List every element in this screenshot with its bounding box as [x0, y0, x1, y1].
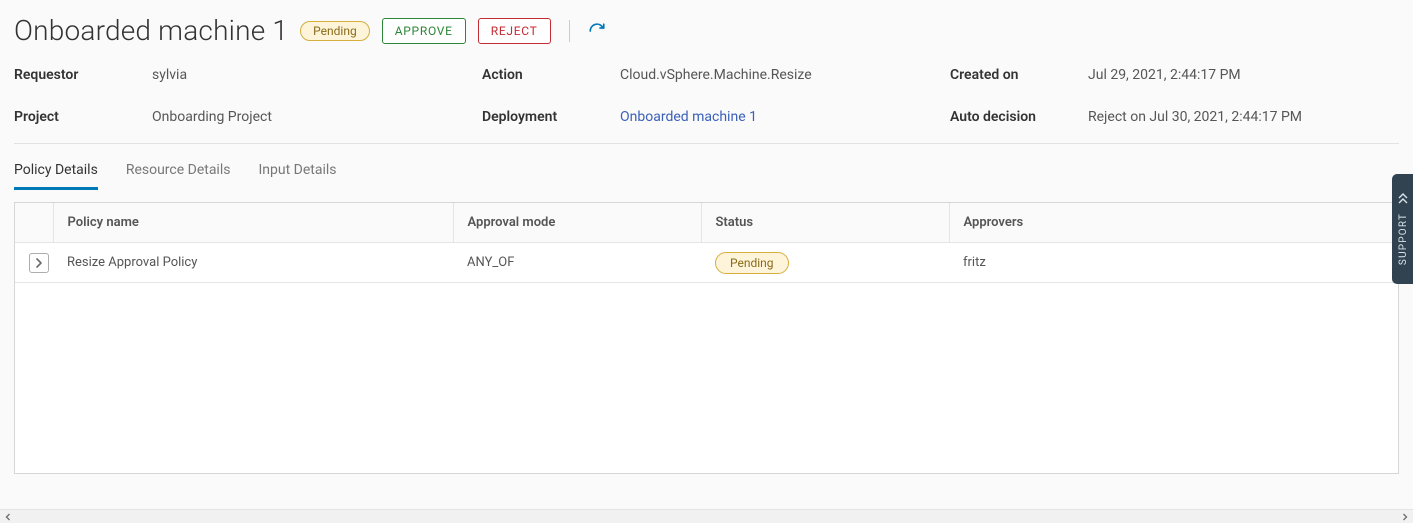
- scroll-right-icon[interactable]: [1397, 510, 1413, 523]
- field-project: Project Onboarding Project: [14, 109, 482, 125]
- tabs: Policy Details Resource Details Input De…: [14, 156, 1399, 190]
- cell-policy-name: Resize Approval Policy: [53, 243, 453, 283]
- col-approval-mode[interactable]: Approval mode: [453, 203, 701, 243]
- field-auto-decision: Auto decision Reject on Jul 30, 2021, 2:…: [950, 109, 1399, 125]
- field-created-on: Created on Jul 29, 2021, 2:44:17 PM: [950, 67, 1399, 83]
- col-expand-header: [15, 203, 53, 243]
- scroll-left-icon[interactable]: [0, 510, 16, 523]
- summary: Requestor sylvia Action Cloud.vSphere.Ma…: [14, 67, 1399, 144]
- status-badge: Pending: [300, 21, 370, 41]
- header: Onboarded machine 1 Pending APPROVE REJE…: [14, 14, 1399, 47]
- refresh-icon[interactable]: [588, 22, 606, 40]
- field-label: Action: [482, 67, 620, 83]
- field-value: Reject on Jul 30, 2021, 2:44:17 PM: [1088, 109, 1302, 125]
- tab-policy-details[interactable]: Policy Details: [14, 156, 98, 190]
- field-value: Jul 29, 2021, 2:44:17 PM: [1088, 67, 1241, 83]
- page-title: Onboarded machine 1: [14, 14, 288, 47]
- col-approvers[interactable]: Approvers: [949, 203, 1398, 243]
- expand-row-button[interactable]: [29, 253, 49, 273]
- support-tab[interactable]: SUPPORT: [1392, 174, 1413, 284]
- field-label: Requestor: [14, 67, 152, 83]
- field-action: Action Cloud.vSphere.Machine.Resize: [482, 67, 950, 83]
- grid-scroll[interactable]: Policy name Approval mode Status Approve…: [15, 203, 1398, 473]
- row-status-badge: Pending: [715, 252, 789, 274]
- approve-button[interactable]: APPROVE: [382, 18, 466, 44]
- field-value: Cloud.vSphere.Machine.Resize: [620, 67, 812, 83]
- tab-input-details[interactable]: Input Details: [258, 156, 336, 190]
- separator: [569, 20, 570, 42]
- field-deployment: Deployment Onboarded machine 1: [482, 109, 950, 125]
- chevron-up-icon: [1397, 193, 1409, 205]
- policy-grid: Policy name Approval mode Status Approve…: [14, 202, 1399, 474]
- field-label: Created on: [950, 67, 1088, 83]
- field-label: Auto decision: [950, 109, 1088, 125]
- reject-button[interactable]: REJECT: [478, 18, 551, 44]
- tab-resource-details[interactable]: Resource Details: [126, 156, 231, 190]
- support-label: SUPPORT: [1398, 213, 1409, 265]
- col-policy-name[interactable]: Policy name: [53, 203, 453, 243]
- field-label: Project: [14, 109, 152, 125]
- field-label: Deployment: [482, 109, 620, 125]
- field-value: sylvia: [152, 67, 187, 83]
- col-status[interactable]: Status: [701, 203, 949, 243]
- table-row[interactable]: Resize Approval Policy ANY_OF Pending fr…: [15, 243, 1398, 283]
- cell-approval-mode: ANY_OF: [453, 243, 701, 283]
- field-requestor: Requestor sylvia: [14, 67, 482, 83]
- horizontal-scrollbar[interactable]: [0, 509, 1413, 523]
- field-value: Onboarding Project: [152, 109, 272, 125]
- cell-approvers: fritz: [949, 243, 1398, 283]
- deployment-link[interactable]: Onboarded machine 1: [620, 109, 757, 125]
